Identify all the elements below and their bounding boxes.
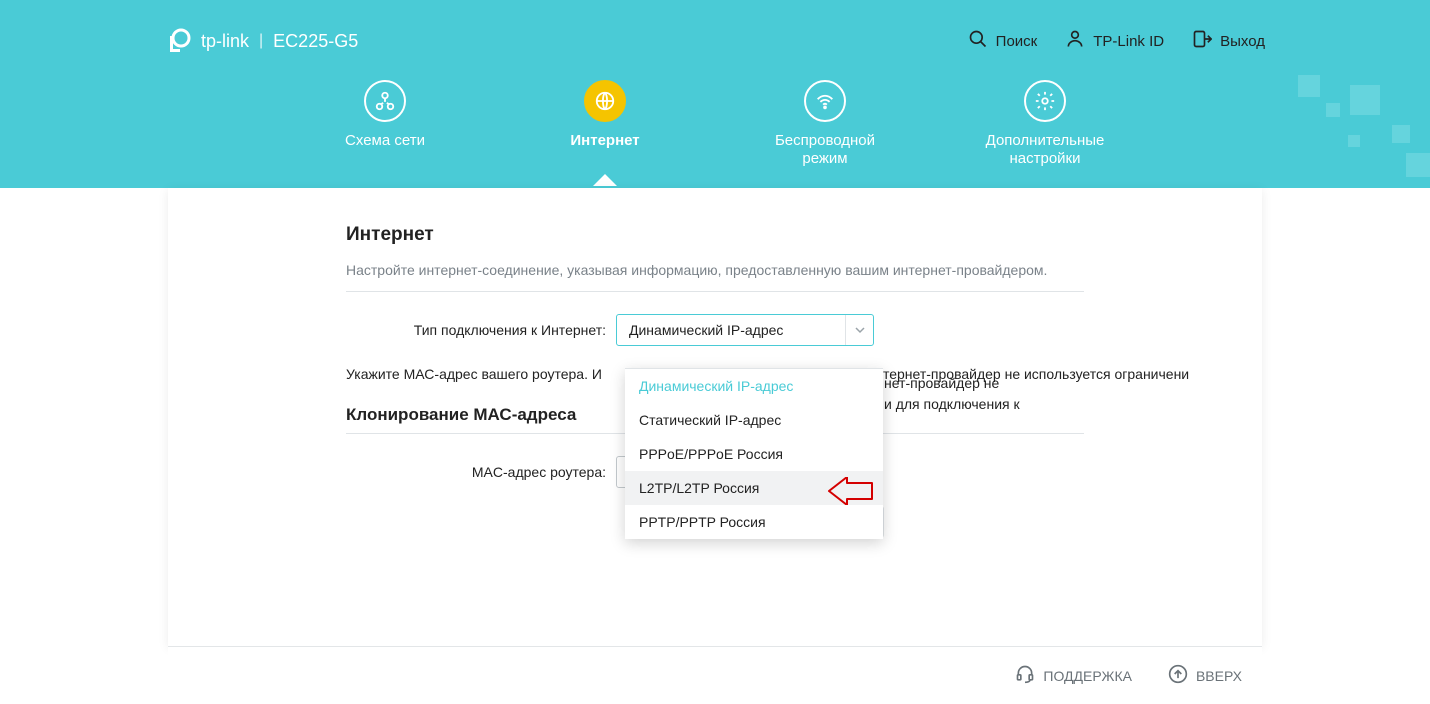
top-button[interactable]: ВВЕРХ [1168, 664, 1242, 687]
option-l2tp[interactable]: L2TP/L2TP Россия [625, 471, 883, 505]
header: tp-link | EC225-G5 Поиск TP-Link ID Выхо… [0, 0, 1430, 188]
tplink-id-label: TP-Link ID [1093, 33, 1164, 50]
option-pppoe[interactable]: PPPoE/PPPoE Россия [625, 437, 883, 471]
conn-type-select[interactable]: Динамический IP-адрес [616, 314, 874, 346]
mac-addr-label: MAC-адрес роутера: [346, 464, 616, 480]
option-pptp[interactable]: PPTP/PPTP Россия [625, 505, 883, 539]
section-title: Интернет [346, 224, 1084, 246]
brand-name: tp-link [201, 31, 249, 52]
footer: ПОДДЕРЖКА ВВЕРХ [168, 646, 1262, 704]
decorative-squares [1280, 75, 1430, 185]
network-icon [364, 80, 406, 122]
internet-icon [584, 80, 626, 122]
nav-network-label: Схема сети [345, 132, 425, 150]
logout-button[interactable]: Выход [1192, 29, 1265, 53]
option-static-ip[interactable]: Статический IP-адрес [625, 403, 883, 437]
nav-network[interactable]: Схема сети [315, 80, 455, 168]
tplink-id-button[interactable]: TP-Link ID [1065, 29, 1164, 53]
logout-label: Выход [1220, 33, 1265, 50]
divider [346, 291, 1084, 292]
search-icon [968, 29, 988, 53]
support-button[interactable]: ПОДДЕРЖКА [1015, 664, 1132, 687]
nav-advanced-label: Дополнительные настройки [975, 132, 1115, 168]
note-right-fragment: нет-провайдер не и для подключения к [884, 373, 1020, 415]
conn-type-row: Тип подключения к Интернет: Динамический… [346, 314, 1084, 346]
advanced-icon [1024, 80, 1066, 122]
nav-advanced[interactable]: Дополнительные настройки [975, 80, 1115, 168]
option-dynamic-ip[interactable]: Динамический IP-адрес [625, 369, 883, 403]
section-desc: Настройте интернет-соединение, указывая … [346, 260, 1084, 281]
top-label: ВВЕРХ [1196, 668, 1242, 684]
user-icon [1065, 29, 1085, 53]
headset-icon [1015, 664, 1035, 687]
search-label: Поиск [996, 33, 1038, 50]
model-name: EC225-G5 [273, 31, 358, 52]
nav-wireless[interactable]: Беспроводной режим [755, 80, 895, 168]
nav-internet[interactable]: Интернет [535, 80, 675, 168]
nav-internet-label: Интернет [570, 132, 639, 150]
logout-icon [1192, 29, 1212, 53]
brand: tp-link | EC225-G5 [165, 28, 358, 54]
brand-separator: | [259, 32, 263, 50]
search-button[interactable]: Поиск [968, 29, 1038, 53]
nav-wireless-label: Беспроводной режим [755, 132, 895, 168]
header-actions: Поиск TP-Link ID Выход [968, 29, 1265, 53]
nav: Схема сети Интернет Беспроводной режим Д… [0, 68, 1430, 168]
support-label: ПОДДЕРЖКА [1043, 668, 1132, 684]
conn-type-value: Динамический IP-адрес [629, 322, 783, 338]
arrow-up-icon [1168, 664, 1188, 687]
wireless-icon [804, 80, 846, 122]
logo: tp-link [165, 28, 249, 54]
chevron-down-icon [845, 315, 873, 345]
conn-type-dropdown: Динамический IP-адрес Статический IP-адр… [625, 368, 883, 539]
logo-mark-icon [165, 28, 191, 54]
conn-type-label: Тип подключения к Интернет: [346, 322, 616, 338]
